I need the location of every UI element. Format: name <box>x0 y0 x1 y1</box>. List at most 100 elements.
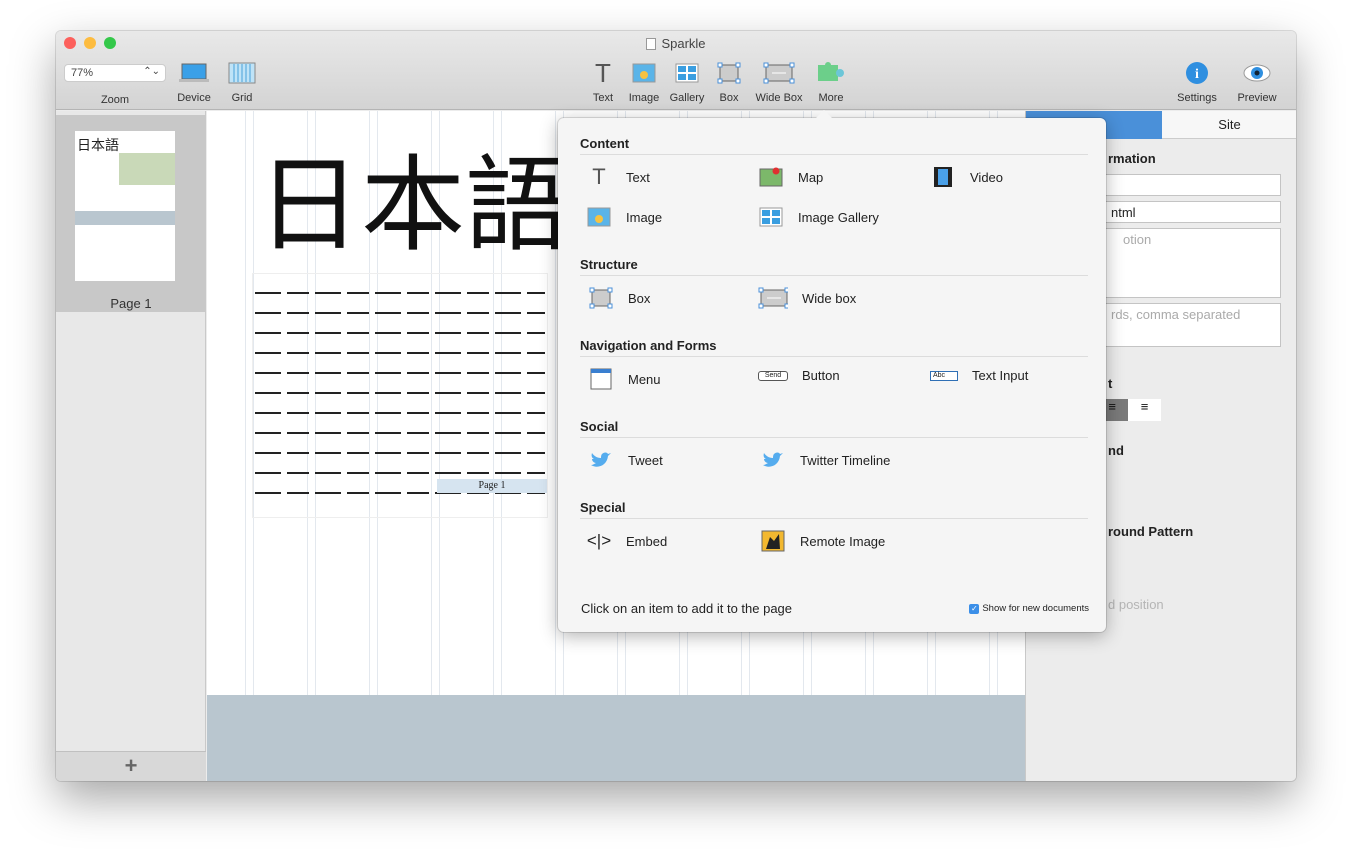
add-gallery-button[interactable]: Gallery <box>666 60 708 104</box>
eye-icon <box>1232 60 1282 86</box>
add-image-button[interactable]: Image <box>624 60 664 104</box>
more-elements-popover: Content T Text Map Video Image Image Gall… <box>558 110 1106 632</box>
zoom-label: Zoom <box>100 94 130 106</box>
section-structure: Structure <box>580 257 1088 276</box>
grid-line <box>245 111 246 781</box>
tab-site[interactable]: Site <box>1162 111 1296 139</box>
checkbox-label: Show for new documents <box>982 603 1089 614</box>
add-box-button[interactable]: Box <box>714 60 744 104</box>
wide-box-icon <box>758 287 788 309</box>
device-label: Device <box>177 92 211 104</box>
map-icon <box>758 166 784 188</box>
pages-sidebar: 日本語 Page 1 + <box>56 111 206 781</box>
section-navigation-forms: Navigation and Forms <box>580 338 1088 357</box>
add-wide-box-button[interactable]: Wide Box <box>750 60 808 104</box>
item-box[interactable]: Box <box>588 287 650 309</box>
item-embed[interactable]: <|> Embed <box>586 530 667 552</box>
background-pattern-heading: round Pattern <box>1108 524 1194 539</box>
popover-hint: Click on an item to add it to the page <box>581 601 793 616</box>
item-label: Button <box>802 368 840 383</box>
align-right-button[interactable]: ≡ <box>1128 399 1161 421</box>
background-heading: nd <box>1108 443 1124 458</box>
text-input-icon: Abc <box>930 370 958 381</box>
zoom-label-wrap: Zoom <box>64 62 166 106</box>
description-field[interactable]: otion <box>1086 228 1281 298</box>
item-label: Twitter Timeline <box>800 452 891 468</box>
keywords-field[interactable]: rds, comma separated <box>1086 303 1281 347</box>
text-icon: T <box>595 57 611 88</box>
item-menu[interactable]: Menu <box>588 368 661 390</box>
description-placeholder: otion <box>1123 232 1152 247</box>
item-wide-box[interactable]: Wide box <box>758 287 856 309</box>
item-remote-image[interactable]: Remote Image <box>760 530 885 552</box>
item-video[interactable]: Video <box>930 166 1003 188</box>
title-text: Sparkle <box>661 36 706 51</box>
gallery-icon <box>758 206 784 228</box>
item-text-input[interactable]: Abc Text Input <box>930 368 1028 383</box>
item-label: Tweet <box>628 452 663 468</box>
filename-field[interactable]: ntml <box>1086 201 1281 223</box>
preview-label: Preview <box>1237 92 1277 104</box>
item-tweet[interactable]: Tweet <box>588 449 663 471</box>
thumb-map <box>119 153 175 185</box>
item-label: Text <box>626 169 650 185</box>
box-label: Box <box>719 92 739 104</box>
item-label: Box <box>628 290 651 306</box>
settings-button[interactable]: i Settings <box>1172 60 1222 104</box>
alignment-label: t <box>1108 376 1113 391</box>
box-icon <box>588 287 614 309</box>
document-icon <box>646 38 657 50</box>
item-twitter-timeline[interactable]: Twitter Timeline <box>760 449 890 471</box>
item-map[interactable]: Map <box>758 166 823 188</box>
text-icon: T <box>592 164 606 189</box>
title-field[interactable] <box>1086 174 1281 196</box>
twitter-icon <box>588 449 614 471</box>
item-label: Map <box>798 169 824 185</box>
item-label: Remote Image <box>800 533 886 549</box>
more-label: More <box>818 92 844 104</box>
show-for-new-documents-checkbox[interactable]: ✓ Show for new documents <box>969 603 1089 614</box>
embed-icon: <|> <box>586 531 612 550</box>
image-icon <box>624 60 664 86</box>
image-label: Image <box>628 92 660 104</box>
checkbox-checked-icon: ✓ <box>969 603 980 614</box>
wide-box-icon <box>750 60 808 86</box>
add-page-button[interactable]: + <box>56 751 206 781</box>
item-image[interactable]: Image <box>586 206 662 228</box>
remote-image-icon <box>760 530 786 552</box>
box-icon <box>714 60 744 86</box>
puzzle-icon <box>814 60 848 86</box>
gallery-label: Gallery <box>669 92 705 104</box>
twitter-icon <box>760 449 786 471</box>
gallery-icon <box>666 60 708 86</box>
device-button[interactable]: Device <box>172 60 216 104</box>
add-text-button[interactable]: T Text <box>588 57 618 105</box>
toolbar: Sparkle 77% ⌃⌄ Zoom Device Grid T Text Ima… <box>56 31 1296 110</box>
item-image-gallery[interactable]: Image Gallery <box>758 206 879 228</box>
video-icon <box>930 166 956 188</box>
text-label: Text <box>592 92 614 104</box>
background-position-label: d position <box>1108 597 1164 612</box>
page-list-item[interactable]: 日本語 Page 1 <box>56 115 206 312</box>
keywords-placeholder: rds, comma separated <box>1111 307 1241 322</box>
page-heading[interactable]: 日本語 <box>257 145 569 265</box>
item-label: Text Input <box>972 368 1029 383</box>
button-icon: Send <box>758 370 788 381</box>
item-text[interactable]: T Text <box>586 164 650 189</box>
item-label: Image Gallery <box>798 209 879 225</box>
preview-button[interactable]: Preview <box>1232 60 1282 104</box>
item-label: Video <box>970 169 1004 185</box>
more-button[interactable]: More <box>814 60 848 104</box>
grid-icon <box>222 60 262 86</box>
wide-box-label: Wide Box <box>755 92 803 104</box>
section-social: Social <box>580 419 1088 438</box>
grid-button[interactable]: Grid <box>222 60 262 104</box>
page-marker: Page 1 <box>437 479 547 493</box>
item-label: Menu <box>628 371 661 387</box>
settings-label: Settings <box>1177 92 1217 104</box>
info-icon: i <box>1172 60 1222 86</box>
item-button[interactable]: Send Button <box>758 368 840 383</box>
section-special: Special <box>580 500 1088 519</box>
grid-label: Grid <box>231 92 253 104</box>
footer-band <box>207 695 1025 781</box>
